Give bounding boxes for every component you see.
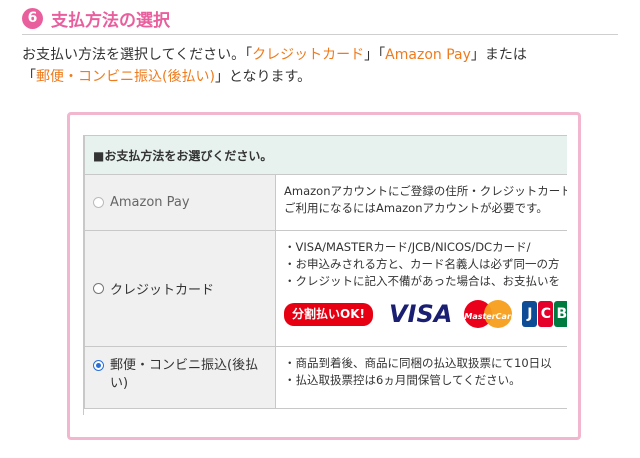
payment-row-convenience: 郵便・コンビニ振込(後払 い) ・商品到着後、商品に同梱の払込取扱票にて10日以… — [84, 346, 567, 409]
intro-text-part: 」または — [470, 47, 527, 63]
section-header: 6 支払方法の選択 — [22, 6, 618, 35]
credit-card-radio[interactable] — [93, 283, 104, 294]
mastercard-logo-text: MasterCard — [464, 312, 517, 321]
amazon-pay-option-label[interactable]: Amazon Pay — [85, 195, 275, 210]
jcb-logo-c: C — [538, 301, 554, 327]
convenience-radio[interactable] — [93, 360, 104, 371]
jcb-logo-j: J — [522, 301, 538, 327]
convenience-label-line1: 郵便・コンビニ振込(後払 — [110, 358, 259, 373]
intro-text-part: お支払い方法を選択してください。「 — [22, 47, 253, 63]
mastercard-logo: MasterCard — [464, 300, 517, 328]
visa-logo: VISA — [388, 299, 453, 328]
credit-card-label: クレジットカード — [110, 283, 215, 298]
intro-amazon: Amazon Pay — [385, 47, 471, 63]
amazon-pay-description: Amazonアカウントにご登録の住所・クレジットカード ご利用になるにはAmaz… — [275, 174, 567, 231]
section-title: 支払方法の選択 — [51, 10, 170, 31]
convenience-option-label[interactable]: 郵便・コンビニ振込(後払 い) — [85, 357, 275, 393]
description-line: ・VISA/MASTERカード/JCB/NICOS/DCカード/ — [284, 240, 531, 254]
amazon-pay-radio[interactable] — [93, 197, 104, 208]
table-caption: ■お支払方法をお選びください。 — [84, 135, 567, 175]
intro-text-part: 」となります。 — [214, 69, 312, 85]
payment-frame: ■お支払方法をお選びください。 Amazon Pay Amazonアカウントにご… — [67, 112, 581, 440]
description-line: ・払込取扱票控は6ヵ月間保管してください。 — [284, 373, 521, 387]
description-line: ・クレジットに記入不備があった場合は、お支払いを — [284, 274, 560, 288]
intro-text-part: 」「 — [364, 47, 386, 63]
card-brand-logos: 分割払いOK! VISA MasterCard J C B — [284, 299, 567, 328]
credit-card-option-label[interactable]: クレジットカード — [85, 279, 275, 298]
intro-text-part: 「 — [22, 69, 36, 85]
payment-option-amazon[interactable]: Amazon Pay — [84, 174, 276, 231]
intro-credit: クレジットカード — [252, 47, 365, 63]
description-line: ・お申込みされる方と、カード名義人は必ず同一の方 — [284, 257, 560, 271]
step-number-badge: 6 — [22, 7, 43, 29]
payment-method-table: ■お支払方法をお選びください。 Amazon Pay Amazonアカウントにご… — [84, 135, 567, 409]
payment-option-credit[interactable]: クレジットカード — [84, 230, 276, 347]
description-line: ・商品到着後、商品に同梱の払込取扱票にて10日以 — [284, 356, 552, 370]
payment-table-viewport: ■お支払方法をお選びください。 Amazon Pay Amazonアカウントにご… — [83, 135, 567, 415]
payment-row-amazon: Amazon Pay Amazonアカウントにご登録の住所・クレジットカード ご… — [84, 174, 567, 231]
payment-option-convenience[interactable]: 郵便・コンビニ振込(後払 い) — [84, 346, 276, 409]
intro-text: お支払い方法を選択してください。「クレジットカード」「Amazon Pay」また… — [22, 44, 622, 88]
description-line: ご利用になるにはAmazonアカウントが必要です。 — [284, 201, 548, 215]
description-line: Amazonアカウントにご登録の住所・クレジットカード — [284, 184, 567, 198]
convenience-label-line2: い) — [110, 376, 129, 391]
jcb-logo: J C B — [522, 301, 567, 327]
installment-ok-badge: 分割払いOK! — [284, 302, 373, 326]
intro-convenience: 郵便・コンビニ振込(後払い) — [36, 69, 215, 85]
convenience-description: ・商品到着後、商品に同梱の払込取扱票にて10日以 ・払込取扱票控は6ヵ月間保管し… — [275, 346, 567, 409]
amazon-pay-label: Amazon Pay — [110, 195, 190, 210]
credit-card-description: ・VISA/MASTERカード/JCB/NICOS/DCカード/ ・お申込みされ… — [275, 230, 567, 347]
payment-row-credit: クレジットカード ・VISA/MASTERカード/JCB/NICOS/DCカード… — [84, 230, 567, 347]
jcb-logo-b: B — [554, 301, 567, 327]
